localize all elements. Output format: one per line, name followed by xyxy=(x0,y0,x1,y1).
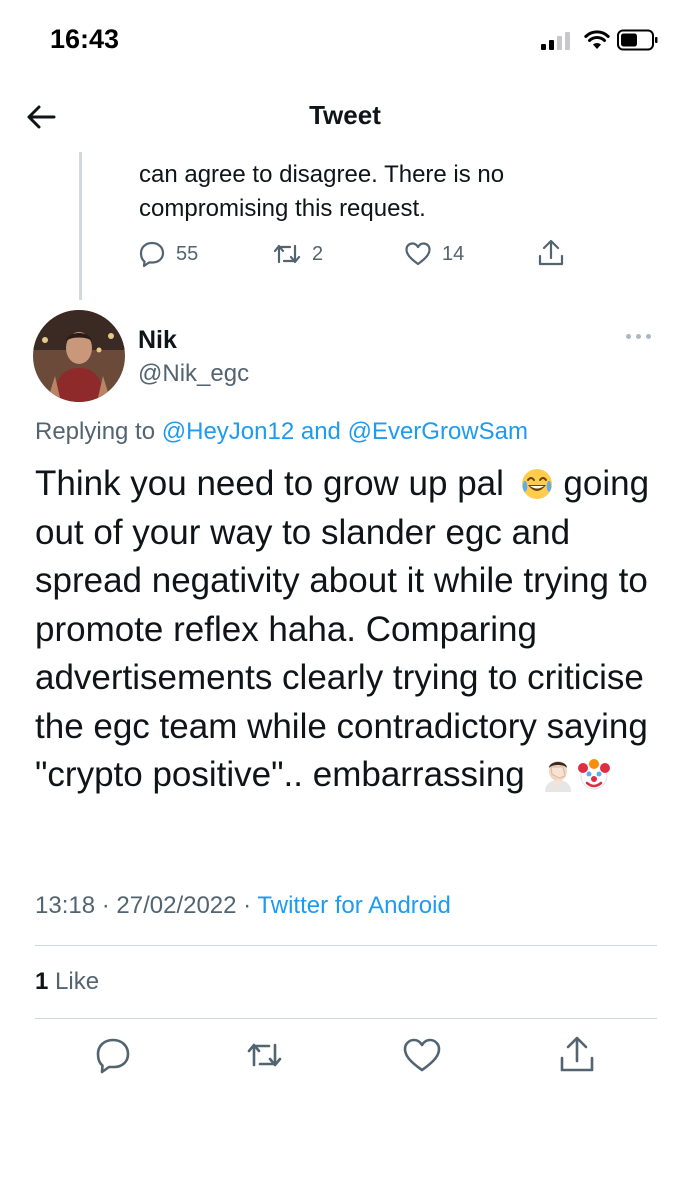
tweet-source-link[interactable]: Twitter for Android xyxy=(257,892,450,919)
tweet-time: 13:18 · 27/02/2022 · xyxy=(35,892,258,919)
wifi-icon xyxy=(584,30,610,49)
previous-tweet-share-button[interactable] xyxy=(537,238,565,268)
tweet-text: Think you need to grow up pal going out … xyxy=(35,460,665,800)
thread-connector-line xyxy=(79,152,82,300)
clown-emoji-icon xyxy=(577,759,610,790)
status-time: 16:43 xyxy=(50,24,120,54)
previous-tweet-like-button[interactable]: 14 xyxy=(404,240,464,268)
heart-icon xyxy=(405,242,431,266)
divider xyxy=(35,945,657,946)
tweet-body-start: Think you need to grow up pal xyxy=(35,464,504,503)
reply-count: 55 xyxy=(176,242,199,265)
reply-icon[interactable] xyxy=(93,1035,133,1075)
likes-count: 1 xyxy=(35,968,49,995)
status-bar: 16:43 xyxy=(0,0,690,80)
divider xyxy=(35,1018,657,1019)
previous-tweet-text: can agree to disagree. There is no compr… xyxy=(139,161,505,222)
like-count: 14 xyxy=(442,242,465,265)
avatar[interactable] xyxy=(33,310,125,402)
retweet-count: 2 xyxy=(312,242,324,265)
retweet-icon[interactable] xyxy=(244,1035,284,1075)
cellular-signal-icon xyxy=(541,32,577,50)
page-title: Tweet xyxy=(309,100,381,130)
likes-label: Like xyxy=(48,968,100,995)
tweet-body-continued: going out of your way to slander egc and… xyxy=(35,464,650,794)
author-handle[interactable]: @Nik_egc xyxy=(138,360,249,388)
tweet-timestamp: 13:18 · 27/02/2022 · Twitter for Android xyxy=(35,892,451,920)
author-name[interactable]: Nik xyxy=(138,326,177,355)
battery-icon xyxy=(617,29,658,51)
profile-photo xyxy=(33,310,125,402)
like-icon[interactable] xyxy=(402,1035,442,1075)
replying-prefix: Replying to xyxy=(35,418,162,445)
likes-summary[interactable]: 1 Like xyxy=(35,968,99,996)
reply-icon xyxy=(139,241,165,268)
replying-and: and xyxy=(294,418,348,445)
retweet-icon xyxy=(273,244,301,264)
mention-link-heyjon12[interactable]: @HeyJon12 xyxy=(162,418,294,445)
tears-of-joy-emoji-icon xyxy=(521,469,552,499)
share-icon[interactable] xyxy=(557,1034,597,1074)
previous-tweet-retweet-button[interactable]: 2 xyxy=(272,240,323,268)
replying-to: Replying to @HeyJon12 and @EverGrowSam xyxy=(35,418,528,446)
facepalm-emoji-icon xyxy=(544,761,571,792)
share-icon xyxy=(538,239,564,266)
mention-link-evergrowsam[interactable]: @EverGrowSam xyxy=(348,418,528,445)
more-options-icon[interactable] xyxy=(626,334,651,339)
previous-tweet-reply-button[interactable]: 55 xyxy=(138,240,198,268)
